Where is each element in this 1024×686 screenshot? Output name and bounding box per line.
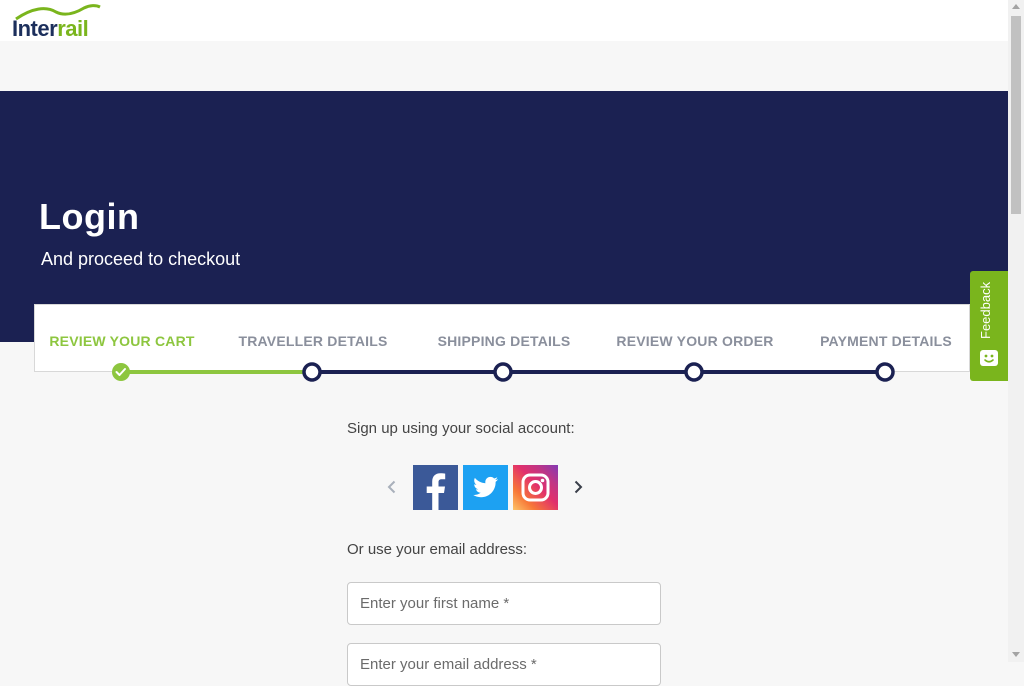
step-payment-details: PAYMENT DETAILS xyxy=(820,333,952,349)
step-review-order: REVIEW YOUR ORDER xyxy=(616,333,774,349)
instagram-icon xyxy=(521,473,550,502)
step-review-cart[interactable]: REVIEW YOUR CART xyxy=(49,333,194,349)
step-marker-5 xyxy=(875,362,895,382)
scroll-down-arrow-icon[interactable] xyxy=(1012,652,1020,657)
facebook-login-button[interactable] xyxy=(413,465,458,510)
instagram-login-button[interactable] xyxy=(513,465,558,510)
feedback-tab[interactable]: Feedback xyxy=(970,271,1008,381)
twitter-icon xyxy=(473,476,499,498)
interrail-logo[interactable]: Interrail xyxy=(12,4,102,41)
smiley-face-icon xyxy=(980,350,998,366)
scroll-up-arrow-icon[interactable] xyxy=(1012,4,1020,9)
logo-text: Interrail xyxy=(12,16,89,41)
step-marker-3 xyxy=(493,362,513,382)
twitter-login-button[interactable] xyxy=(463,465,508,510)
social-signup-label: Sign up using your social account: xyxy=(347,420,575,437)
checkout-progress-bar xyxy=(112,362,895,382)
email-signup-label: Or use your email address: xyxy=(347,541,528,558)
chevron-right-icon[interactable] xyxy=(570,479,586,495)
scrollbar-thumb[interactable] xyxy=(1011,16,1021,214)
page-subtitle: And proceed to checkout xyxy=(41,249,241,269)
step-marker-4 xyxy=(684,362,704,382)
first-name-input[interactable] xyxy=(347,582,661,625)
step-shipping-details: SHIPPING DETAILS xyxy=(437,333,571,349)
social-login-carousel xyxy=(384,465,594,510)
step-marker-2 xyxy=(302,362,322,382)
step-completed-check-icon xyxy=(112,363,130,381)
step-traveller-details: TRAVELLER DETAILS xyxy=(238,333,388,349)
top-bar: Interrail xyxy=(0,0,1008,41)
page-title: Login xyxy=(39,196,140,237)
facebook-icon xyxy=(426,473,446,510)
email-address-input[interactable] xyxy=(347,643,661,686)
chevron-left-icon[interactable] xyxy=(384,479,400,495)
feedback-label: Feedback xyxy=(978,281,993,339)
